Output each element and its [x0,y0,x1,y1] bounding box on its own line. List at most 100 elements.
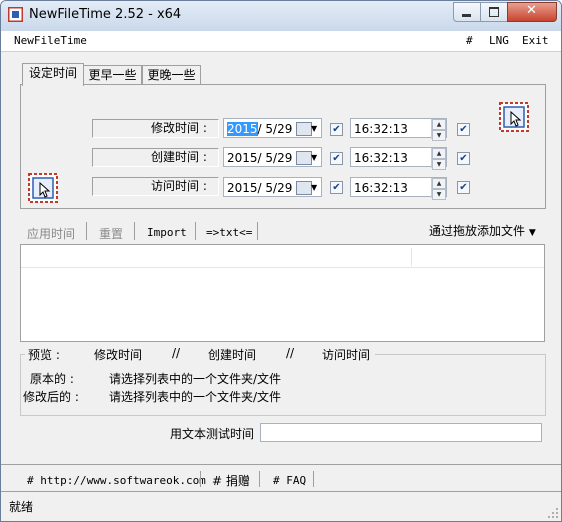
preview-created: 创建时间 [208,348,257,362]
accessed-time-label: 访问时间 : [151,179,207,193]
donate-link[interactable]: # 捐赠 [212,472,250,489]
toolbar-separator [134,222,135,240]
app-icon [8,7,23,22]
created-time-value: 16:32:13 [354,151,408,165]
created-date-value: 2015/ 5/29 [227,151,293,165]
modified-date-picker[interactable]: 2015/ 5/29 ▼ [223,118,322,138]
tab-later-label: 更晚一些 [147,68,196,82]
modified-time-checkbox[interactable]: ✔ [457,123,470,136]
calendar-icon[interactable] [296,151,312,165]
links-divider [1,464,561,465]
preview-header: 预览 : 修改时间 // 创建时间 // 访问时间 [25,346,375,362]
spin-up-icon[interactable]: ▲ [432,148,446,159]
link-separator [259,471,260,487]
resize-grip-icon[interactable] [547,507,559,519]
preview-accessed: 访问时间 [322,348,371,362]
preview-group [20,354,546,416]
list-header [21,245,544,268]
modified-time-label: 修改时间 : [151,121,207,135]
test-time-label: 用文本测试时间 [170,427,255,441]
apply-time-button[interactable]: 应用时间 [27,225,75,242]
spin-down-icon[interactable]: ▼ [432,159,446,170]
link-separator [313,471,314,487]
tab-earlier[interactable]: 更早一些 [83,65,142,85]
window-title: NewFileTime 2.52 - x64 [29,7,182,22]
accessed-time-spinner[interactable]: ▲ ▼ [431,178,446,200]
faq-link[interactable]: # FAQ [273,474,306,487]
modified-time-field[interactable]: 16:32:13 ▲ ▼ [350,118,447,141]
accessed-date-picker[interactable]: 2015/ 5/29 ▼ [223,177,322,197]
toolbar-separator [86,222,87,240]
minimize-icon [462,14,471,17]
modified-preview-label: 修改后的 : [23,390,79,404]
drag-drop-add-files-button[interactable]: 通过拖放添加文件 ▼ [429,222,536,239]
chevron-down-icon[interactable]: ▼ [311,119,317,139]
tab-set-time[interactable]: 设定时间 [22,63,84,86]
modified-date-checkbox[interactable]: ✔ [330,123,343,136]
created-date-checkbox[interactable]: ✔ [330,152,343,165]
reset-button[interactable]: 重置 [99,225,123,242]
drag-drop-label: 通过拖放添加文件 [429,224,526,238]
export-txt-button[interactable]: =>txt<= [206,226,252,239]
preview-modified: 修改时间 [94,348,143,362]
maximize-button[interactable] [480,2,508,22]
minimize-button[interactable] [453,2,481,22]
tab-set-time-label: 设定时间 [28,66,77,80]
created-time-spinner[interactable]: ▲ ▼ [431,148,446,170]
link-separator [200,471,201,487]
import-button[interactable]: Import [147,226,187,239]
original-label: 原本的 : [30,372,74,386]
preview-sep-1: // [172,346,181,360]
calendar-icon[interactable] [296,122,312,136]
modified-time-value: 16:32:13 [354,122,408,136]
menu-language[interactable]: LNG [489,34,509,47]
close-button[interactable]: ✕ [507,2,557,22]
created-date-picker[interactable]: 2015/ 5/29 ▼ [223,147,322,167]
status-text: 就绪 [9,500,34,514]
status-divider [1,491,561,492]
tab-earlier-label: 更早一些 [88,68,137,82]
created-time-checkbox[interactable]: ✔ [457,152,470,165]
spin-down-icon[interactable]: ▼ [432,130,446,141]
created-time-label: 创建时间 : [151,150,207,164]
modified-date-year: 2015 [227,122,258,136]
menu-app-name[interactable]: NewFileTime [14,34,87,47]
accessed-time-field[interactable]: 16:32:13 ▲ ▼ [350,177,447,200]
spin-up-icon[interactable]: ▲ [432,178,446,189]
title-bar[interactable]: NewFileTime 2.52 - x64 ✕ [1,1,561,31]
modified-preview-value: 请选择列表中的一个文件夹/文件 [109,390,282,404]
dropdown-arrow-icon: ▼ [528,228,536,238]
menu-hash[interactable]: # [466,34,473,47]
file-list[interactable] [20,244,545,342]
website-link[interactable]: # http://www.softwareok.com [27,474,206,487]
preview-sep-2: // [286,346,295,360]
close-icon: ✕ [526,3,537,18]
spin-down-icon[interactable]: ▼ [432,189,446,200]
toolbar-separator [257,222,258,240]
app-window: NewFileTime 2.52 - x64 ✕ NewFileTime # L… [0,0,562,522]
modified-date-rest: / 5/29 [257,122,293,136]
menu-bar: NewFileTime # LNG Exit [1,31,561,51]
drop-target-icon-bottom[interactable] [28,173,58,203]
list-header-divider[interactable] [411,248,412,266]
chevron-down-icon[interactable]: ▼ [311,148,317,168]
menu-divider [1,51,561,52]
active-tab-join [23,84,81,86]
accessed-date-value: 2015/ 5/29 [227,181,293,195]
toolbar-separator [195,222,196,240]
spin-up-icon[interactable]: ▲ [432,119,446,130]
modified-time-spinner[interactable]: ▲ ▼ [431,119,446,141]
calendar-icon[interactable] [296,181,312,195]
original-value: 请选择列表中的一个文件夹/文件 [109,372,282,386]
preview-label: 预览 : [28,348,60,362]
chevron-down-icon[interactable]: ▼ [311,178,317,198]
drop-target-icon-top[interactable] [499,102,529,132]
maximize-icon [489,7,499,17]
accessed-time-value: 16:32:13 [354,181,408,195]
accessed-time-checkbox[interactable]: ✔ [457,181,470,194]
accessed-date-checkbox[interactable]: ✔ [330,181,343,194]
menu-exit[interactable]: Exit [522,34,549,47]
test-time-input[interactable] [260,423,542,442]
created-time-field[interactable]: 16:32:13 ▲ ▼ [350,147,447,170]
tab-later[interactable]: 更晚一些 [142,65,201,85]
